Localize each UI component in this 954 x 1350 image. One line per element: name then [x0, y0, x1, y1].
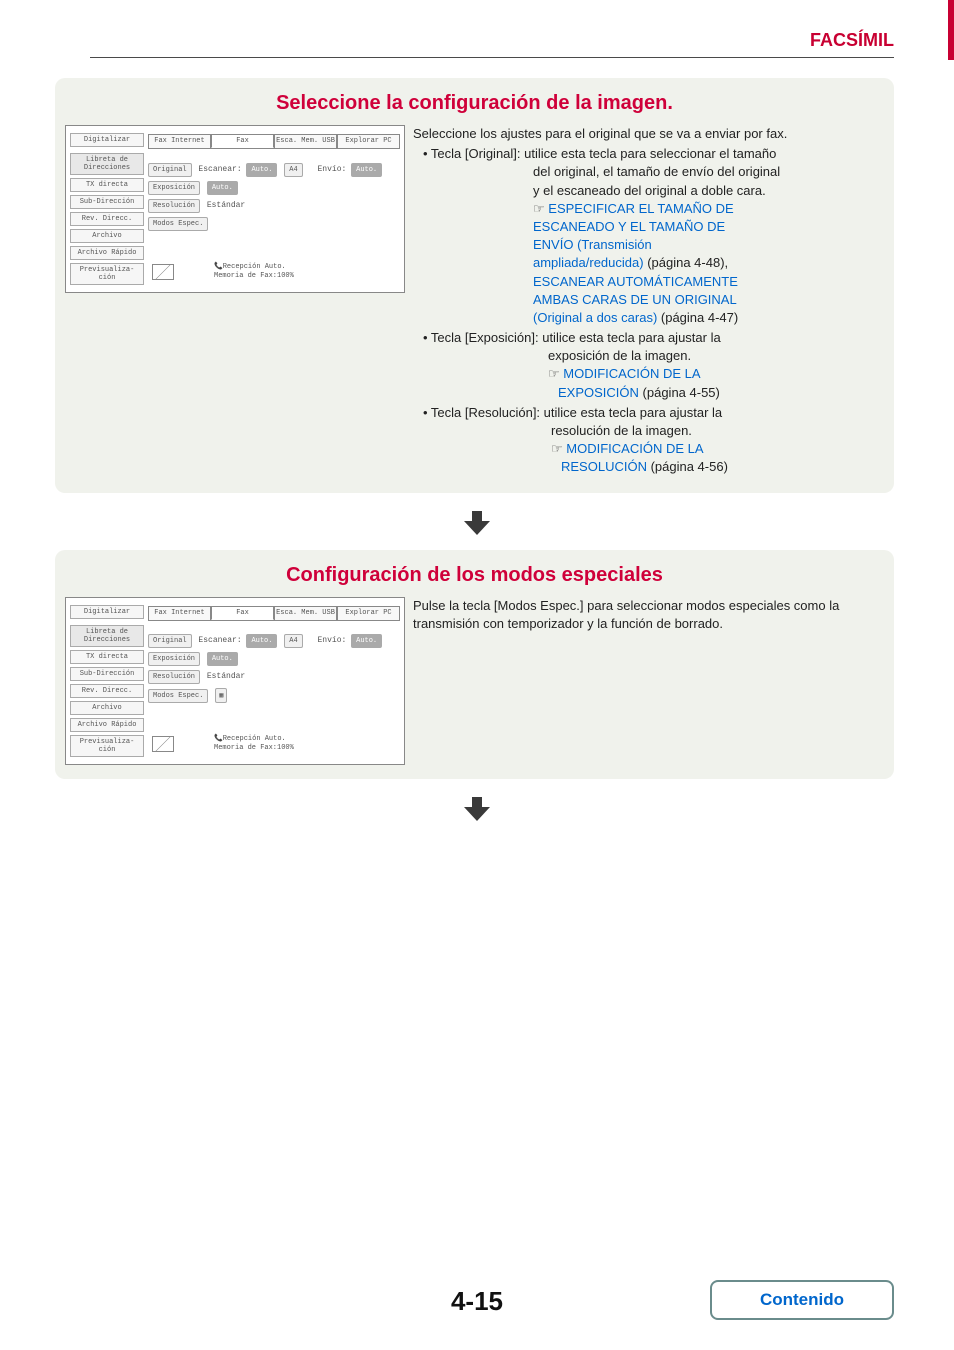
side-sub-direccion-2[interactable]: Sub-Dirección [70, 667, 144, 681]
btn-modos-espec[interactable]: Modos Espec. [148, 217, 208, 231]
link-exposicion-1b[interactable]: EXPOSICIÓN [558, 385, 639, 400]
link-original-2b[interactable]: AMBAS CARAS DE UN ORIGINAL [533, 292, 737, 307]
header-rule [90, 57, 894, 58]
link-original-1d[interactable]: ampliada/reducida) [533, 255, 644, 270]
side-tx-directa-2[interactable]: TX directa [70, 650, 144, 664]
val-escanear-auto-2: Auto. [246, 634, 277, 648]
tab-esca-mem-usb-2[interactable]: Esca. Mem. USB [274, 606, 337, 620]
link-exposicion-1a[interactable]: MODIFICACIÓN DE LA [563, 366, 700, 381]
val-a4-2: A4 [284, 634, 302, 648]
val-resolucion: Estándar [207, 201, 245, 210]
lcd-screenshot-1: Digitalizar Fax Internet Fax Esca. Mem. … [65, 125, 405, 293]
tab-explorar-pc-2[interactable]: Explorar PC [337, 606, 400, 620]
val-escanear-auto: Auto. [246, 163, 277, 177]
side-sub-direccion[interactable]: Sub-Dirección [70, 195, 144, 209]
tab-fax-internet-2[interactable]: Fax Internet [148, 606, 211, 620]
link-original-2a[interactable]: ESCANEAR AUTOMÁTICAMENTE [533, 274, 738, 289]
tab-fax-internet[interactable]: Fax Internet [148, 134, 211, 148]
label-escanear: Escanear: [198, 165, 241, 174]
section2-title: Configuración de los modos especiales [65, 564, 884, 587]
val-envio-auto: Auto. [351, 163, 382, 177]
contenido-label: Contenido [760, 1290, 844, 1309]
side-libreta-2[interactable]: Libreta de Direcciones [70, 625, 144, 647]
pointer-icon-3: ☞ [551, 441, 563, 456]
preview-thumb-icon-2 [152, 736, 174, 752]
side-libreta[interactable]: Libreta de Direcciones [70, 153, 144, 175]
tab-digitalizar-2[interactable]: Digitalizar [70, 605, 144, 619]
bullet-exposicion-d2: exposición de la imagen. [548, 347, 884, 365]
link-original-1b[interactable]: ESCANEADO Y EL TAMAÑO DE [533, 219, 725, 234]
link-resolucion-1a[interactable]: MODIFICACIÓN DE LA [566, 441, 703, 456]
btn-original[interactable]: Original [148, 163, 192, 177]
label-envio-2: Envío: [318, 636, 347, 645]
btn-exposicion-2[interactable]: Exposición [148, 652, 200, 666]
link-original-1a[interactable]: ESPECIFICAR EL TAMAÑO DE [548, 201, 733, 216]
footer-recepcion-2: Recepción Auto. [223, 735, 286, 743]
bullet-original-d3: y el escaneado del original a doble cara… [533, 182, 884, 200]
page-ref-4: (página 4-56) [647, 459, 728, 474]
btn-resolucion-2[interactable]: Resolución [148, 670, 200, 684]
footer-memoria: Memoria de Fax:100% [214, 272, 294, 280]
down-arrow-2 [0, 797, 954, 826]
side-tx-directa[interactable]: TX directa [70, 178, 144, 192]
tab-fax-2[interactable]: Fax [211, 606, 274, 620]
btn-original-2[interactable]: Original [148, 634, 192, 648]
lcd-screenshot-2: Digitalizar Fax Internet Fax Esca. Mem. … [65, 597, 405, 765]
bullet-resolucion-d2: resolución de la imagen. [551, 422, 884, 440]
side-rev-direcc-2[interactable]: Rev. Direcc. [70, 684, 144, 698]
link-resolucion-1b[interactable]: RESOLUCIÓN [561, 459, 647, 474]
tab-fax[interactable]: Fax [211, 134, 274, 148]
section2-body: Pulse la tecla [Modos Espec.] para selec… [405, 597, 884, 633]
val-envio-auto-2: Auto. [351, 634, 382, 648]
bullet-exposicion-label: • Tecla [Exposición]: [423, 330, 539, 345]
red-accent-bar [948, 0, 954, 60]
footer-recepcion: Recepción Auto. [223, 263, 286, 271]
section-image-settings: Seleccione la configuración de la imagen… [55, 78, 894, 493]
bullet-resolucion-label: • Tecla [Resolución]: [423, 405, 540, 420]
bullet-exposicion-d1: utilice esta tecla para ajustar la [542, 330, 720, 345]
preview-thumb-icon [152, 264, 174, 280]
val-exposicion-auto: Auto. [207, 181, 238, 195]
label-envio: Envío: [318, 165, 347, 174]
section1-intro: Seleccione los ajustes para el original … [413, 125, 884, 143]
side-archivo-rapido-2[interactable]: Archivo Rápido [70, 718, 144, 732]
pointer-icon-2: ☞ [548, 366, 560, 381]
section1-title: Seleccione la configuración de la imagen… [65, 92, 884, 115]
tab-explorar-pc[interactable]: Explorar PC [337, 134, 400, 148]
link-original-2c[interactable]: (Original a dos caras) [533, 310, 657, 325]
section1-text: Seleccione los ajustes para el original … [405, 125, 884, 479]
label-escanear-2: Escanear: [198, 636, 241, 645]
footer-memoria-2: Memoria de Fax:100% [214, 744, 294, 752]
side-rev-direcc[interactable]: Rev. Direcc. [70, 212, 144, 226]
page-ref-2: (página 4-47) [657, 310, 738, 325]
pointer-icon: ☞ [533, 201, 545, 216]
section-special-modes: Configuración de los modos especiales Di… [55, 550, 894, 779]
side-previsualiza[interactable]: Previsualiza-ción [70, 263, 144, 285]
tab-digitalizar[interactable]: Digitalizar [70, 133, 144, 147]
contenido-button[interactable]: Contenido [710, 1280, 894, 1320]
bullet-original-label: • Tecla [Original]: [423, 146, 521, 161]
val-exposicion-auto-2: Auto. [207, 652, 238, 666]
down-arrow-1 [0, 511, 954, 540]
btn-modos-espec-2[interactable]: Modos Espec. [148, 689, 208, 703]
side-archivo-2[interactable]: Archivo [70, 701, 144, 715]
side-archivo-rapido[interactable]: Archivo Rápido [70, 246, 144, 260]
val-resolucion-2: Estándar [207, 672, 245, 681]
bullet-original-d2: del original, el tamaño de envío del ori… [533, 163, 884, 181]
val-a4: A4 [284, 163, 302, 177]
bullet-original-d1: utilice esta tecla para seleccionar el t… [524, 146, 776, 161]
btn-resolucion[interactable]: Resolución [148, 199, 200, 213]
section-name: FACSÍMIL [810, 30, 894, 50]
btn-modos-icon[interactable]: ▦ [215, 688, 227, 703]
btn-exposicion[interactable]: Exposición [148, 181, 200, 195]
tab-esca-mem-usb[interactable]: Esca. Mem. USB [274, 134, 337, 148]
page-ref-1: (página 4-48), [644, 255, 729, 270]
bullet-resolucion-d1: utilice esta tecla para ajustar la [544, 405, 722, 420]
page-ref-3: (página 4-55) [639, 385, 720, 400]
side-previsualiza-2[interactable]: Previsualiza-ción [70, 735, 144, 757]
link-original-1c[interactable]: ENVÍO (Transmisión [533, 237, 652, 252]
side-archivo[interactable]: Archivo [70, 229, 144, 243]
